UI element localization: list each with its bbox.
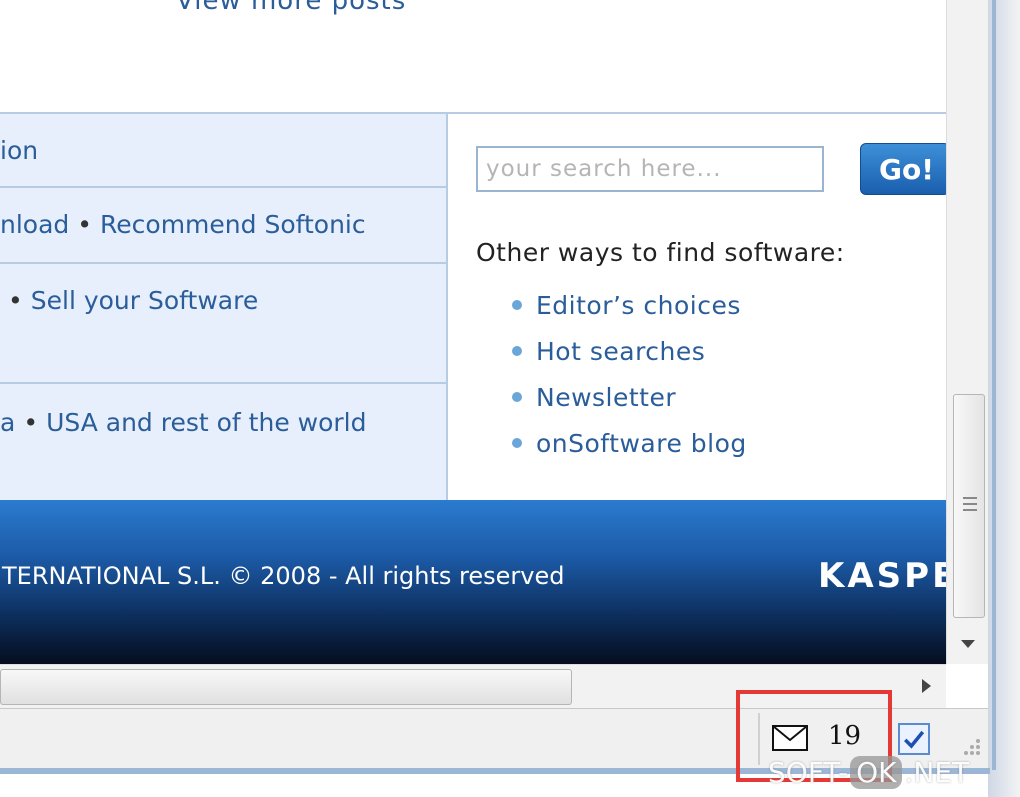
footer-links-pane: ion nload • Recommend Softonic • Sell your … [0,114,448,500]
footer-link-sell-your-software[interactable]: Sell your Software [31,286,258,315]
list-item[interactable]: Editor’s choices [512,282,747,328]
row-divider [0,382,446,384]
search-input[interactable] [476,146,824,192]
bullet-icon [512,392,522,402]
watermark-left: SOFT- [768,756,849,789]
other-ways-heading: Other ways to find software: [476,238,845,267]
bullet-icon [512,346,522,356]
grip-icon [963,497,977,511]
bullet-separator: • [77,210,93,239]
bullet-separator: • [23,408,39,437]
copyright-text: TERNATIONAL S.L. © 2008 - All rights res… [2,562,565,590]
footer-row-3: • Sell your Software [0,286,446,315]
watermark-right: .NET [904,756,970,789]
scroll-down-arrow-icon[interactable] [961,640,975,648]
kaspersky-logo[interactable]: KASPE [818,556,946,596]
footer-link-usa-rest-of-world[interactable]: USA and rest of the world [46,408,366,437]
row-divider [0,186,446,188]
window-frame-edge [992,0,996,770]
watermark: SOFT- OK .NET [768,756,969,789]
footer-link-recommend-softonic[interactable]: Recommend Softonic [100,210,366,239]
editors-choices-link[interactable]: Editor’s choices [536,291,741,320]
bullet-icon [512,300,522,310]
footer-row-1: ion [0,136,446,165]
view-more-posts-link[interactable]: View more posts [176,0,406,16]
footer-row-4: a • USA and rest of the world [0,408,446,437]
footer-link-download[interactable]: nload [0,210,69,239]
onsoftware-blog-link[interactable]: onSoftware blog [536,429,747,458]
newsletter-link[interactable]: Newsletter [536,383,676,412]
footer-row-2: nload • Recommend Softonic [0,210,446,239]
hot-searches-link[interactable]: Hot searches [536,337,705,366]
vertical-scroll-thumb[interactable] [953,394,985,618]
list-item[interactable]: onSoftware blog [512,420,747,466]
row-divider [0,262,446,264]
list-item[interactable]: Newsletter [512,374,747,420]
search-pane: Go! Other ways to find software: Editor’… [450,114,946,500]
bullet-separator: • [8,286,23,315]
watermark-ok: OK [850,756,903,789]
scroll-right-arrow-icon[interactable] [922,679,931,693]
page-viewport: View more posts ion nload • Recommend Soft… [0,0,946,664]
horizontal-scroll-thumb[interactable] [0,669,572,705]
page-footer: TERNATIONAL S.L. © 2008 - All rights res… [0,500,946,664]
footer-link-region-prev[interactable]: a [0,408,15,437]
checkmark-icon[interactable] [898,723,930,755]
vertical-scrollbar[interactable] [946,0,988,664]
footer-link-information[interactable]: ion [0,136,38,165]
go-button[interactable]: Go! [860,143,946,195]
other-ways-list: Editor’s choices Hot searches Newsletter… [512,282,747,466]
bullet-icon [512,438,522,448]
browser-window: View more posts ion nload • Recommend Soft… [0,0,1020,797]
list-item[interactable]: Hot searches [512,328,747,374]
